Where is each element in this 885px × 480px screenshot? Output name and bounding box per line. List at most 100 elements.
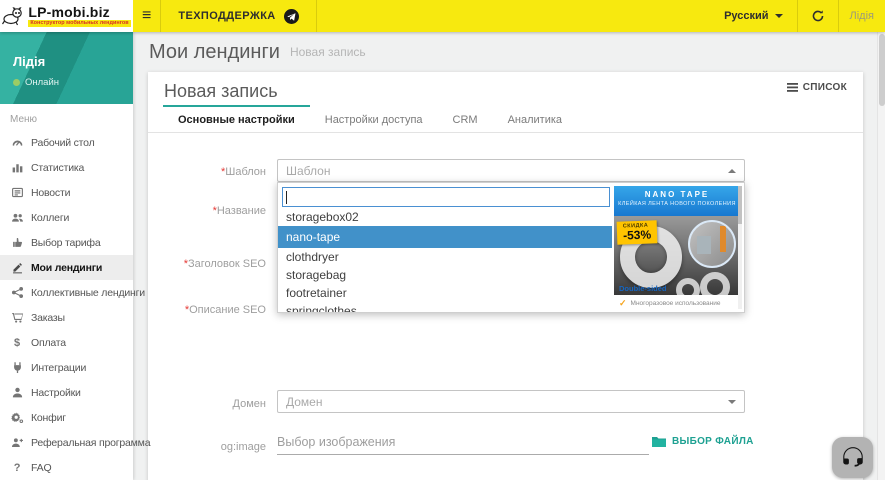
- gears-icon: [10, 411, 24, 424]
- page-title: Мои лендинги: [149, 41, 280, 64]
- domain-select[interactable]: Домен: [277, 390, 745, 413]
- dropdown-option[interactable]: clothdryer: [278, 248, 612, 266]
- sidebar-item-faq[interactable]: ? FAQ: [0, 455, 133, 480]
- headset-icon: [840, 445, 866, 471]
- pencil-signature-icon: [10, 261, 24, 274]
- dropdown-option-highlighted[interactable]: nano-tape: [278, 226, 612, 248]
- dropdown-option[interactable]: springclothes: [278, 302, 612, 313]
- sidebar-item-orders[interactable]: Заказы: [0, 305, 133, 330]
- tape-roll-graphic: [700, 272, 730, 295]
- support-label: ТЕХПОДДЕРЖКА: [178, 10, 275, 22]
- user-icon: [10, 386, 24, 399]
- template-dropdown-panel: storagebox02 nano-tape clothdryer storag…: [277, 182, 745, 313]
- sidebar-item-collective-landings[interactable]: Коллективные лендинги: [0, 280, 133, 305]
- newspaper-icon: [10, 186, 24, 199]
- preview-inset-photo: [688, 220, 736, 268]
- logo-title: LP-mobi.biz: [28, 5, 130, 19]
- menu-section-label: Меню: [0, 104, 133, 130]
- logo-dog-icon: [2, 6, 24, 26]
- dashboard-icon: [10, 136, 24, 149]
- sidebar-item-news[interactable]: Новости: [0, 180, 133, 205]
- breadcrumb: Мои лендинги Новая запись: [133, 32, 885, 72]
- sidebar-item-integrations[interactable]: Интеграции: [0, 355, 133, 380]
- breadcrumb-subtitle: Новая запись: [290, 45, 366, 59]
- user-plus-icon: [10, 436, 24, 449]
- sidebar: Лідія Онлайн Меню Рабочий стол Статистик…: [0, 32, 133, 480]
- cart-icon: [10, 311, 24, 324]
- tab-bar: Основные настройки Настройки доступа CRM…: [148, 105, 863, 133]
- profile-status: Онлайн: [25, 77, 59, 88]
- dropdown-option[interactable]: storagebox02: [278, 208, 612, 226]
- template-preview-image: NANO TAPE КЛЕЙКАЯ ЛЕНТА НОВОГО ПОКОЛЕНИЯ…: [614, 186, 740, 295]
- bar-chart-icon: [10, 161, 24, 174]
- main-content: Мои лендинги Новая запись Новая запись С…: [133, 32, 885, 480]
- sidebar-item-referral[interactable]: Реферальная программа: [0, 430, 133, 455]
- name-label: Название: [148, 205, 266, 217]
- sidebar-item-my-landings[interactable]: Мои лендинги: [0, 255, 133, 280]
- discount-badge: СКИДКА -53%: [617, 220, 658, 244]
- page-scrollbar[interactable]: [877, 32, 885, 480]
- dropdown-options-list: storagebox02 nano-tape clothdryer storag…: [278, 208, 612, 313]
- card-title: Новая запись: [164, 81, 278, 102]
- preview-feature-text: Многоразовое использование: [631, 300, 721, 307]
- support-chat-button[interactable]: [832, 437, 873, 478]
- template-select-placeholder: Шаблон: [286, 164, 330, 178]
- file-select-button[interactable]: ВЫБОР ФАЙЛА: [652, 436, 754, 447]
- dropdown-search-input[interactable]: [282, 187, 610, 207]
- seo-title-label: Заголовок SEO: [148, 258, 266, 270]
- refresh-button[interactable]: [798, 0, 838, 32]
- profile-card: Лідія Онлайн: [0, 32, 133, 104]
- profile-name: Лідія: [13, 54, 45, 69]
- domain-label: Домен: [148, 398, 266, 410]
- sidebar-item-config[interactable]: Конфиг: [0, 405, 133, 430]
- users-icon: [10, 211, 24, 224]
- sidebar-item-dashboard[interactable]: Рабочий стол: [0, 130, 133, 155]
- chevron-down-icon: [728, 400, 736, 404]
- tab-access-settings[interactable]: Настройки доступа: [310, 105, 438, 132]
- app-logo[interactable]: LP-mobi.biz Конструктор мобильных лендин…: [0, 0, 133, 32]
- og-image-label: og:image: [148, 441, 266, 453]
- new-record-card: Новая запись СПИСОК Основные настройки Н…: [148, 72, 863, 480]
- list-icon: [787, 83, 798, 92]
- template-preview: NANO TAPE КЛЕЙКАЯ ЛЕНТА НОВОГО ПОКОЛЕНИЯ…: [614, 186, 740, 311]
- check-icon: ✓: [619, 298, 627, 309]
- domain-select-placeholder: Домен: [286, 395, 323, 409]
- list-button[interactable]: СПИСОК: [787, 82, 847, 93]
- sidebar-toggle-button[interactable]: ≡: [133, 0, 160, 32]
- language-label: Русский: [724, 10, 768, 22]
- tab-main-settings[interactable]: Основные настройки: [163, 105, 310, 132]
- sidebar-item-payment[interactable]: $ Оплата: [0, 330, 133, 355]
- plug-icon: [10, 361, 24, 374]
- topbar-username[interactable]: Лідія: [839, 0, 885, 32]
- preview-caption: Double-sided: [619, 284, 667, 293]
- dropdown-scrollbar[interactable]: [738, 186, 742, 309]
- dollar-icon: $: [10, 337, 24, 349]
- chevron-up-icon: [728, 169, 736, 173]
- question-icon: ?: [10, 462, 24, 474]
- tab-analytics[interactable]: Аналитика: [493, 105, 577, 132]
- sidebar-item-settings[interactable]: Настройки: [0, 380, 133, 405]
- share-icon: [10, 286, 24, 299]
- online-status-dot: [13, 79, 20, 86]
- dropdown-scrollbar-handle[interactable]: [738, 186, 742, 224]
- template-select[interactable]: Шаблон: [277, 159, 745, 182]
- dropdown-option[interactable]: footretainer: [278, 284, 612, 302]
- og-image-input[interactable]: [277, 430, 649, 455]
- sidebar-item-statistics[interactable]: Статистика: [0, 155, 133, 180]
- language-dropdown[interactable]: Русский: [710, 0, 796, 32]
- hamburger-icon: ≡: [142, 7, 151, 25]
- tape-roll-graphic: [676, 278, 700, 295]
- seo-description-label: Описание SEO: [148, 304, 266, 316]
- page-scrollbar-handle[interactable]: [879, 34, 885, 106]
- refresh-icon: [811, 9, 825, 23]
- logo-subtitle: Конструктор мобильных лендингов: [28, 20, 130, 28]
- sidebar-item-tariff[interactable]: Выбор тарифа: [0, 230, 133, 255]
- telegram-icon: [284, 9, 299, 24]
- dropdown-option[interactable]: storagebag: [278, 266, 612, 284]
- sidebar-item-colleagues[interactable]: Коллеги: [0, 205, 133, 230]
- chevron-down-icon: [775, 14, 783, 18]
- tab-crm[interactable]: CRM: [438, 105, 493, 132]
- template-label: Шаблон: [148, 166, 266, 178]
- support-button[interactable]: ТЕХПОДДЕРЖКА: [161, 0, 315, 32]
- text-cursor: [286, 191, 287, 204]
